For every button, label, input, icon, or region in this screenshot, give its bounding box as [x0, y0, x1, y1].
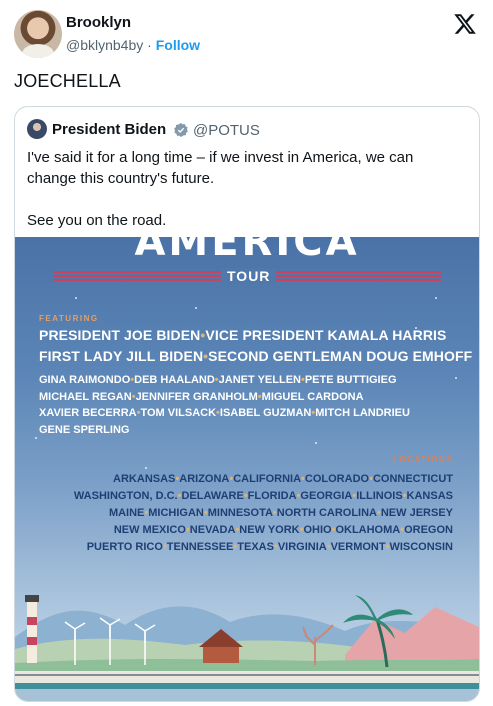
poster-name: JANET YELLEN	[218, 374, 301, 386]
poster-name: SECOND GENTLEMAN DOUG EMHOFF	[208, 348, 473, 364]
poster-name: ARKANSAS	[113, 473, 176, 485]
poster-name: OKLAHOMA	[335, 524, 401, 536]
poster-name: ILLINOIS	[356, 490, 403, 502]
poster-name: MINNESOTA	[207, 507, 273, 519]
poster-line: MICHAEL REGAN•JENNIFER GRANHOLM•MIGUEL C…	[39, 391, 364, 403]
poster-tour-label: TOUR	[221, 268, 277, 284]
poster-name: CONNECTICUT	[372, 473, 453, 485]
author-handle[interactable]: @bklynb4by	[66, 37, 143, 53]
poster-line: GENE SPERLING	[39, 424, 129, 436]
poster-name: MITCH LANDRIEU	[315, 407, 410, 419]
quoted-tweet-text: I've said it for a long time – if we inv…	[27, 149, 414, 229]
poster-name: CALIFORNIA	[233, 473, 302, 485]
poster-name: VICE PRESIDENT KAMALA HARRIS	[205, 327, 447, 343]
poster-line: PUERTO RICO•TENNESSEE•TEXAS•VIRGINIA•VER…	[87, 541, 453, 553]
poster-name: DELAWARE	[181, 490, 244, 502]
quoted-avatar[interactable]	[27, 119, 47, 139]
poster-name: NORTH CAROLINA	[276, 507, 377, 519]
poster-line: PRESIDENT JOE BIDEN•VICE PRESIDENT KAMAL…	[39, 327, 446, 343]
poster-title: AMERICA	[134, 237, 360, 265]
poster-name: ISABEL GUZMAN	[219, 407, 312, 419]
poster-line: GINA RAIMONDO•DEB HAALAND•JANET YELLEN•P…	[39, 374, 397, 386]
poster-name: OHIO	[303, 524, 332, 536]
author-meta: @bklynb4by · Follow	[66, 37, 200, 53]
poster-name: GEORGIA	[300, 490, 353, 502]
poster-name: KANSAS	[406, 490, 453, 502]
poster-name: NEW YORK	[239, 524, 300, 536]
quoted-author-name[interactable]: President Biden	[52, 121, 166, 138]
poster-name: PETE BUTTIGIEG	[304, 374, 397, 386]
follow-button[interactable]: Follow	[156, 37, 200, 53]
poster-line: ARKANSAS•ARIZONA•CALIFORNIA•COLORADO•CON…	[113, 473, 453, 485]
poster-name: WISCONSIN	[389, 541, 453, 553]
poster-name: GENE SPERLING	[39, 423, 130, 436]
author-name[interactable]: Brooklyn	[66, 14, 131, 31]
poster-name: DEB HAALAND	[134, 374, 215, 386]
poster-name: MAINE	[108, 507, 145, 519]
quoted-tweet[interactable]: President Biden @POTUS I've said it for …	[14, 106, 480, 702]
x-logo-icon[interactable]	[453, 12, 477, 36]
poster-name: VIRGINIA	[277, 541, 327, 553]
poster-featuring-label: FEATURING	[39, 314, 99, 323]
tweet-text: JOECHELLA	[14, 71, 121, 91]
author-avatar[interactable]	[14, 10, 62, 58]
poster-name: TEXAS	[237, 541, 274, 553]
poster-line: XAVIER BECERRA•TOM VILSACK•ISABEL GUZMAN…	[39, 407, 410, 419]
landscape-illustration	[15, 595, 479, 701]
tour-poster-image[interactable]: AMERICA TOUR FEATURING PRESIDENT JOE BID…	[15, 237, 479, 701]
poster-name: VERMONT	[330, 541, 386, 553]
poster-line: NEW MEXICO•NEVADA•NEW YORK•OHIO•OKLAHOMA…	[114, 524, 453, 536]
poster-name: OREGON	[404, 524, 453, 536]
poster-locations-label: LOCATIONS	[392, 455, 453, 464]
poster-name: FLORIDA	[247, 490, 297, 502]
poster-line: FIRST LADY JILL BIDEN•SECOND GENTLEMAN D…	[39, 348, 472, 364]
poster-line: WASHINGTON, D.C.•DELAWARE•FLORIDA•GEORGI…	[74, 490, 453, 502]
poster-line: MAINE•MICHIGAN•MINNESOTA•NORTH CAROLINA•…	[109, 507, 453, 519]
poster-name: MICHAEL REGAN	[39, 390, 132, 403]
poster-name: TENNESSEE	[166, 541, 234, 553]
poster-name: NEW MEXICO	[113, 524, 186, 536]
poster-name: COLORADO	[304, 473, 370, 485]
poster-name: MIGUEL CARDONA	[261, 390, 364, 403]
quoted-author-handle[interactable]: @POTUS	[193, 122, 260, 139]
poster-name: NEVADA	[189, 524, 236, 536]
poster-name: NEW JERSEY	[380, 507, 453, 519]
poster-name: ARIZONA	[179, 473, 230, 485]
poster-name: XAVIER BECERRA	[39, 407, 137, 419]
poster-name: TOM VILSACK	[140, 407, 217, 419]
meta-separator: ·	[147, 37, 152, 53]
poster-name: WASHINGTON, D.C.	[73, 490, 178, 502]
poster-name: MICHIGAN	[148, 507, 204, 519]
poster-name: PUERTO RICO	[86, 541, 163, 553]
poster-name: JENNIFER GRANHOLM	[135, 390, 258, 403]
poster-name: GINA RAIMONDO	[39, 374, 131, 386]
poster-name: FIRST LADY JILL BIDEN	[39, 348, 204, 364]
poster-name: PRESIDENT JOE BIDEN	[39, 327, 201, 343]
verified-badge-icon	[174, 123, 188, 137]
